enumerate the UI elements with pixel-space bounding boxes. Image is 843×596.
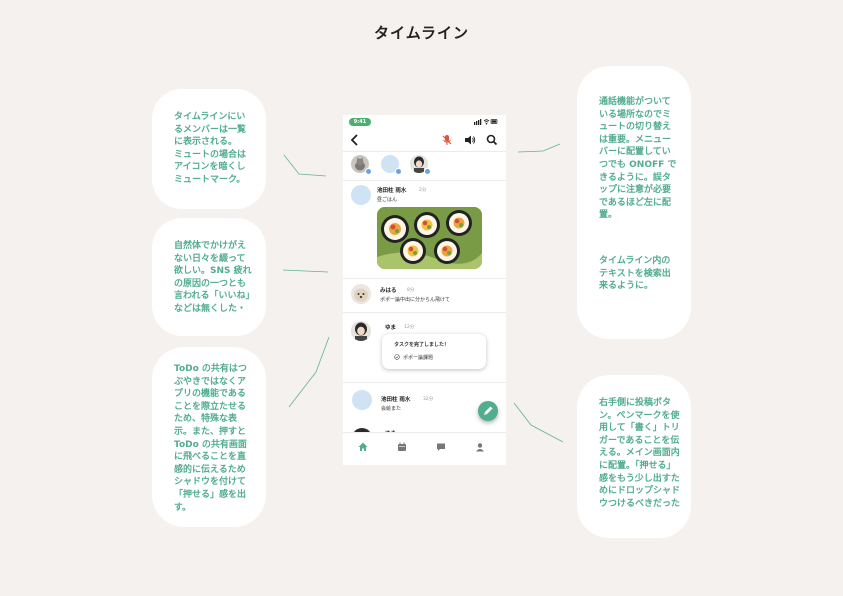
- connector-members: [283, 154, 327, 177]
- speaker-icon[interactable]: [463, 133, 477, 147]
- todo-card-title: タスクを完了しました！: [394, 342, 450, 348]
- connector-call: [517, 143, 561, 153]
- avatar[interactable]: [351, 284, 371, 304]
- dog-photo-icon: [351, 284, 371, 304]
- note-todo: ToDo の共有はつぶやきではなくアプリの機能であることを際立たせるため、特殊な…: [152, 347, 266, 527]
- divider: [343, 382, 506, 383]
- post-author: ゆま: [385, 325, 397, 331]
- note-call-search: 通話機能がついている場所なのでミュートの切り替えは重要。メニューバーに配置してい…: [577, 66, 691, 339]
- compose-button[interactable]: [478, 401, 498, 421]
- note-post-text: 右手側に投稿ボタン。ペンマークを使用して「書く」トリガーであることを伝える。メイ…: [599, 398, 681, 509]
- profile-icon[interactable]: [474, 441, 486, 453]
- member-status-dot: [424, 168, 431, 175]
- post-time: 8分: [407, 288, 415, 293]
- divider: [343, 151, 506, 152]
- post-photo[interactable]: [377, 207, 482, 269]
- search-icon[interactable]: [485, 133, 499, 147]
- status-bar: 9:41: [343, 115, 506, 127]
- microphone-off-icon[interactable]: [440, 133, 454, 147]
- avatar[interactable]: [352, 390, 372, 410]
- status-time: 9:41: [349, 118, 371, 126]
- phone-screen: 9:41 池田柱 雨水 2分 昼ごはん みはる 8分 ポポー論中出に分からん飛け…: [343, 115, 506, 465]
- todo-share-card[interactable]: タスクを完了しました！ ポポー論課題: [382, 334, 486, 369]
- divider: [343, 312, 506, 313]
- post-time: 2分: [419, 188, 427, 193]
- calendar-icon[interactable]: [396, 441, 408, 453]
- home-icon[interactable]: [357, 441, 369, 453]
- avatar[interactable]: [351, 321, 371, 341]
- post-author: みはる: [380, 288, 397, 294]
- person-photo-icon: [351, 321, 371, 341]
- note-search-text: タイムライン内のテキストを検索出来るように。: [599, 255, 671, 292]
- post-text: ポポー論中出に分からん飛けて: [380, 297, 451, 303]
- note-post: 右手側に投稿ボタン。ペンマークを使用して「書く」トリガーであることを伝える。メイ…: [577, 375, 691, 538]
- note-members-text: タイムラインにいるメンバーは一覧に表示される。 ミュートの場合はアイコンを暗くし…: [174, 112, 247, 185]
- divider: [343, 278, 506, 279]
- note-todo-text: ToDo の共有はつぶやきではなくアプリの機能であることを際立たせるため、特殊な…: [174, 364, 247, 513]
- chat-icon[interactable]: [435, 441, 447, 453]
- connector-todo: [288, 336, 330, 408]
- post-time: 12分: [404, 325, 415, 330]
- avatar[interactable]: [351, 185, 371, 205]
- pen-icon: [484, 406, 493, 415]
- member-status-dot: [365, 168, 372, 175]
- note-call-text: 通話機能がついている場所なのでミュートの切り替えは重要。メニューバーに配置してい…: [599, 97, 677, 221]
- post-text: 昼ごはん: [377, 197, 398, 203]
- connector-post: [513, 402, 564, 443]
- note-natural-text: 自然体でかけがえない日々を綴って欲しい。SNS 疲れの原因の一つとも言われる「い…: [174, 241, 252, 314]
- status-icons: [474, 119, 498, 125]
- post-time: 32分: [423, 397, 434, 402]
- note-natural: 自然体でかけがえない日々を綴って欲しい。SNS 疲れの原因の一つとも言われる「い…: [152, 218, 266, 336]
- todo-card-item: ポポー論課題: [403, 355, 434, 361]
- divider: [343, 180, 506, 181]
- back-icon[interactable]: [348, 133, 362, 147]
- bottom-tab-bar: [343, 433, 506, 465]
- post-text: 会絵また: [381, 406, 402, 412]
- member-status-dot: [395, 168, 402, 175]
- post-author: 池田柱 雨水: [381, 397, 411, 403]
- connector-natural: [282, 269, 329, 273]
- check-circle-icon: [394, 354, 400, 360]
- post-author: 池田柱 雨水: [377, 188, 407, 194]
- app-bar: [343, 129, 506, 151]
- note-members: タイムラインにいるメンバーは一覧に表示される。 ミュートの場合はアイコンを暗くし…: [152, 89, 266, 209]
- sushi-photo: [377, 207, 482, 269]
